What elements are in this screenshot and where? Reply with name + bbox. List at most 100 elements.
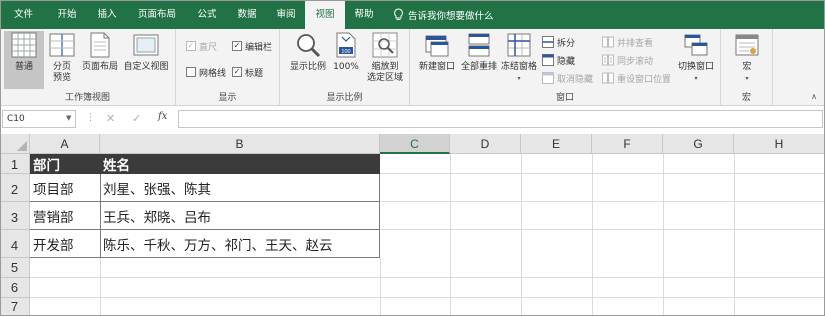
- row-header-2[interactable]: 2: [0, 174, 30, 202]
- row-header-5[interactable]: 5: [0, 258, 30, 278]
- custom-views-button[interactable]: 自定义视图: [120, 31, 172, 73]
- row-header-1[interactable]: 1: [0, 154, 30, 174]
- tab-page-layout[interactable]: 页面布局: [127, 0, 187, 29]
- cell-a3[interactable]: 营销部: [30, 202, 100, 230]
- tab-formulas[interactable]: 公式: [187, 0, 227, 29]
- view-side-by-side-button[interactable]: 并排查看: [602, 35, 653, 49]
- zoom-100-button[interactable]: 100 100%: [330, 31, 362, 73]
- freeze-panes-icon: [505, 31, 533, 59]
- cell-a1[interactable]: 部门: [30, 154, 100, 174]
- custom-views-icon: [132, 31, 160, 59]
- table-border: [30, 229, 380, 230]
- split-icon: [542, 36, 554, 48]
- gridline: [380, 173, 825, 174]
- gridline: [30, 297, 825, 298]
- gridline: [380, 201, 825, 202]
- group-label-zoom: 显示比例: [326, 93, 363, 103]
- sync-scroll-icon: [602, 54, 614, 66]
- cell-b2[interactable]: 刘星、张强、陈其: [100, 174, 380, 202]
- cell-b1[interactable]: 姓名: [100, 154, 380, 174]
- reset-window-position-button[interactable]: 重设窗口位置: [602, 71, 671, 85]
- group-label-window: 窗口: [555, 93, 574, 103]
- gridline: [592, 154, 593, 316]
- table-border: [30, 257, 380, 258]
- collapse-ribbon-icon[interactable]: ∧: [811, 92, 817, 101]
- gridline: [380, 229, 825, 230]
- group-window: 新建窗口 全部重排 冻结窗格 ▾ 拆分 隐藏 取消隐藏 并排查看 同步滚动 重设…: [410, 29, 721, 106]
- gridline: [100, 258, 101, 316]
- worksheet-grid: A B C D E F G H 1 2 3 4 5 6 7 部门 姓名 项目部 …: [0, 134, 825, 316]
- tab-data[interactable]: 数据: [227, 0, 267, 29]
- row-header-6[interactable]: 6: [0, 278, 30, 298]
- name-box-dropdown-icon[interactable]: ▼: [66, 110, 71, 126]
- split-button[interactable]: 拆分: [542, 35, 575, 49]
- reset-position-icon: [602, 72, 614, 84]
- column-header-b[interactable]: B: [100, 134, 380, 154]
- cell-b4[interactable]: 陈乐、千秋、万方、祁门、王天、赵云: [100, 230, 380, 258]
- column-header-g[interactable]: G: [663, 134, 734, 154]
- tab-insert[interactable]: 插入: [87, 0, 127, 29]
- formula-input[interactable]: [178, 110, 823, 128]
- cell-a4[interactable]: 开发部: [30, 230, 100, 258]
- column-header-d[interactable]: D: [450, 134, 521, 154]
- enter-formula-icon[interactable]: ✓: [132, 112, 141, 125]
- insert-function-icon[interactable]: fx: [158, 111, 167, 122]
- unhide-button[interactable]: 取消隐藏: [542, 71, 593, 85]
- group-label-show: 显示: [218, 93, 237, 103]
- group-label-workbook-views: 工作簿视图: [64, 93, 110, 103]
- tab-home[interactable]: 开始: [47, 0, 87, 29]
- select-all-corner[interactable]: [0, 134, 30, 154]
- synchronous-scrolling-button[interactable]: 同步滚动: [602, 53, 653, 67]
- gridlines-checkbox[interactable]: 网格线: [186, 65, 226, 79]
- macros-dropdown-icon: ▾: [745, 75, 749, 82]
- formula-bar: C10 ▼ ⋮ ✕ ✓ fx: [0, 109, 825, 130]
- tab-help[interactable]: 帮助: [345, 0, 383, 29]
- normal-view-button[interactable]: 普通: [4, 31, 44, 89]
- switch-windows-icon: [682, 31, 710, 59]
- switch-windows-button[interactable]: 切换窗口 ▾: [674, 31, 718, 84]
- new-window-button[interactable]: 新建窗口: [416, 31, 458, 73]
- macros-icon: [733, 31, 761, 59]
- side-by-side-icon: [602, 36, 614, 48]
- zoom-to-selection-button[interactable]: 缩放到 选定区域: [364, 31, 406, 84]
- cell-a2[interactable]: 项目部: [30, 174, 100, 202]
- table-border: [100, 174, 101, 258]
- cell-area[interactable]: 部门 姓名 项目部 刘星、张强、陈其 营销部 王兵、郑晓、吕布 开发部 陈乐、千…: [30, 154, 825, 316]
- group-macros: 宏 ▾ 宏: [721, 29, 773, 106]
- page-break-preview-button[interactable]: 分页 预览: [46, 31, 78, 84]
- ruler-checkbox[interactable]: ✓ 直尺: [186, 39, 217, 53]
- formula-bar-check-icon: ✓: [232, 41, 242, 51]
- column-header-h[interactable]: H: [734, 134, 825, 154]
- row-header-7[interactable]: 7: [0, 298, 30, 316]
- cell-b3[interactable]: 王兵、郑晓、吕布: [100, 202, 380, 230]
- macros-button[interactable]: 宏 ▾: [731, 31, 763, 84]
- cancel-formula-icon[interactable]: ✕: [106, 112, 115, 125]
- tab-view[interactable]: 视图: [305, 0, 345, 29]
- row-header-4[interactable]: 4: [0, 230, 30, 258]
- column-header-f[interactable]: F: [592, 134, 663, 154]
- tell-me-text: 告诉我你想要做什么: [408, 10, 494, 22]
- zoom-100-icon: 100: [332, 31, 360, 59]
- switch-dropdown-icon: ▾: [694, 75, 698, 82]
- column-header-e[interactable]: E: [521, 134, 592, 154]
- tab-file[interactable]: 文件: [0, 0, 47, 29]
- tell-me-search[interactable]: 告诉我你想要做什么: [393, 8, 494, 22]
- page-layout-view-button[interactable]: 页面布局: [80, 31, 120, 73]
- headings-checkbox[interactable]: ✓ 标题: [232, 65, 263, 79]
- name-box[interactable]: C10: [2, 110, 76, 128]
- column-header-c[interactable]: C: [380, 134, 450, 154]
- row-header-3[interactable]: 3: [0, 202, 30, 230]
- unhide-window-icon: [542, 72, 554, 84]
- magnifier-icon: [294, 31, 322, 59]
- arrange-all-button[interactable]: 全部重排: [458, 31, 500, 73]
- freeze-panes-button[interactable]: 冻结窗格 ▾: [498, 31, 540, 84]
- column-header-a[interactable]: A: [30, 134, 100, 154]
- headings-check-icon: ✓: [232, 67, 242, 77]
- tab-review[interactable]: 审阅: [267, 0, 305, 29]
- gridline: [380, 258, 381, 316]
- lightbulb-icon: [394, 8, 403, 20]
- hide-button[interactable]: 隐藏: [542, 53, 575, 67]
- gridline: [663, 154, 664, 316]
- zoom-button[interactable]: 显示比例: [288, 31, 328, 73]
- formula-bar-checkbox[interactable]: ✓ 编辑栏: [232, 39, 272, 53]
